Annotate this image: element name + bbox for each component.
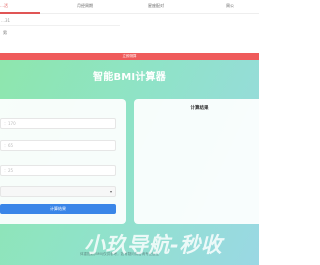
form-input-row[interactable]: …31	[0, 18, 120, 26]
chevron-down-icon: ▾	[109, 189, 112, 194]
weight-input[interactable]: ：65	[0, 140, 116, 151]
gender-option[interactable]: 男	[0, 30, 7, 36]
result-title: 计算结果	[190, 106, 209, 111]
tab-lifestyle[interactable]: …活	[0, 3, 8, 9]
tab-menstrual-cycle[interactable]: 月经周期	[77, 3, 93, 9]
age-input[interactable]: ：25	[0, 165, 116, 176]
submit-button[interactable]: 立即测算	[0, 53, 259, 60]
page-title: 智能BMI计算器	[93, 72, 166, 83]
input-card: ：170 ：65 ：25 ▾ 计算结果	[0, 99, 126, 224]
tab-zodiac-match[interactable]: 星座配对	[148, 3, 164, 9]
calculate-button[interactable]: 计算结果	[0, 204, 116, 214]
active-tab-indicator	[0, 12, 40, 14]
tab-dream[interactable]: 周公	[226, 3, 234, 9]
top-tab-bar: …活 月经周期 星座配对 周公	[0, 0, 259, 14]
watermark-logo: 小玖导航-秒收	[84, 233, 223, 257]
height-input[interactable]: ：170	[0, 118, 116, 129]
result-card: 计算结果	[134, 99, 265, 224]
gender-select[interactable]: ▾	[0, 186, 116, 197]
